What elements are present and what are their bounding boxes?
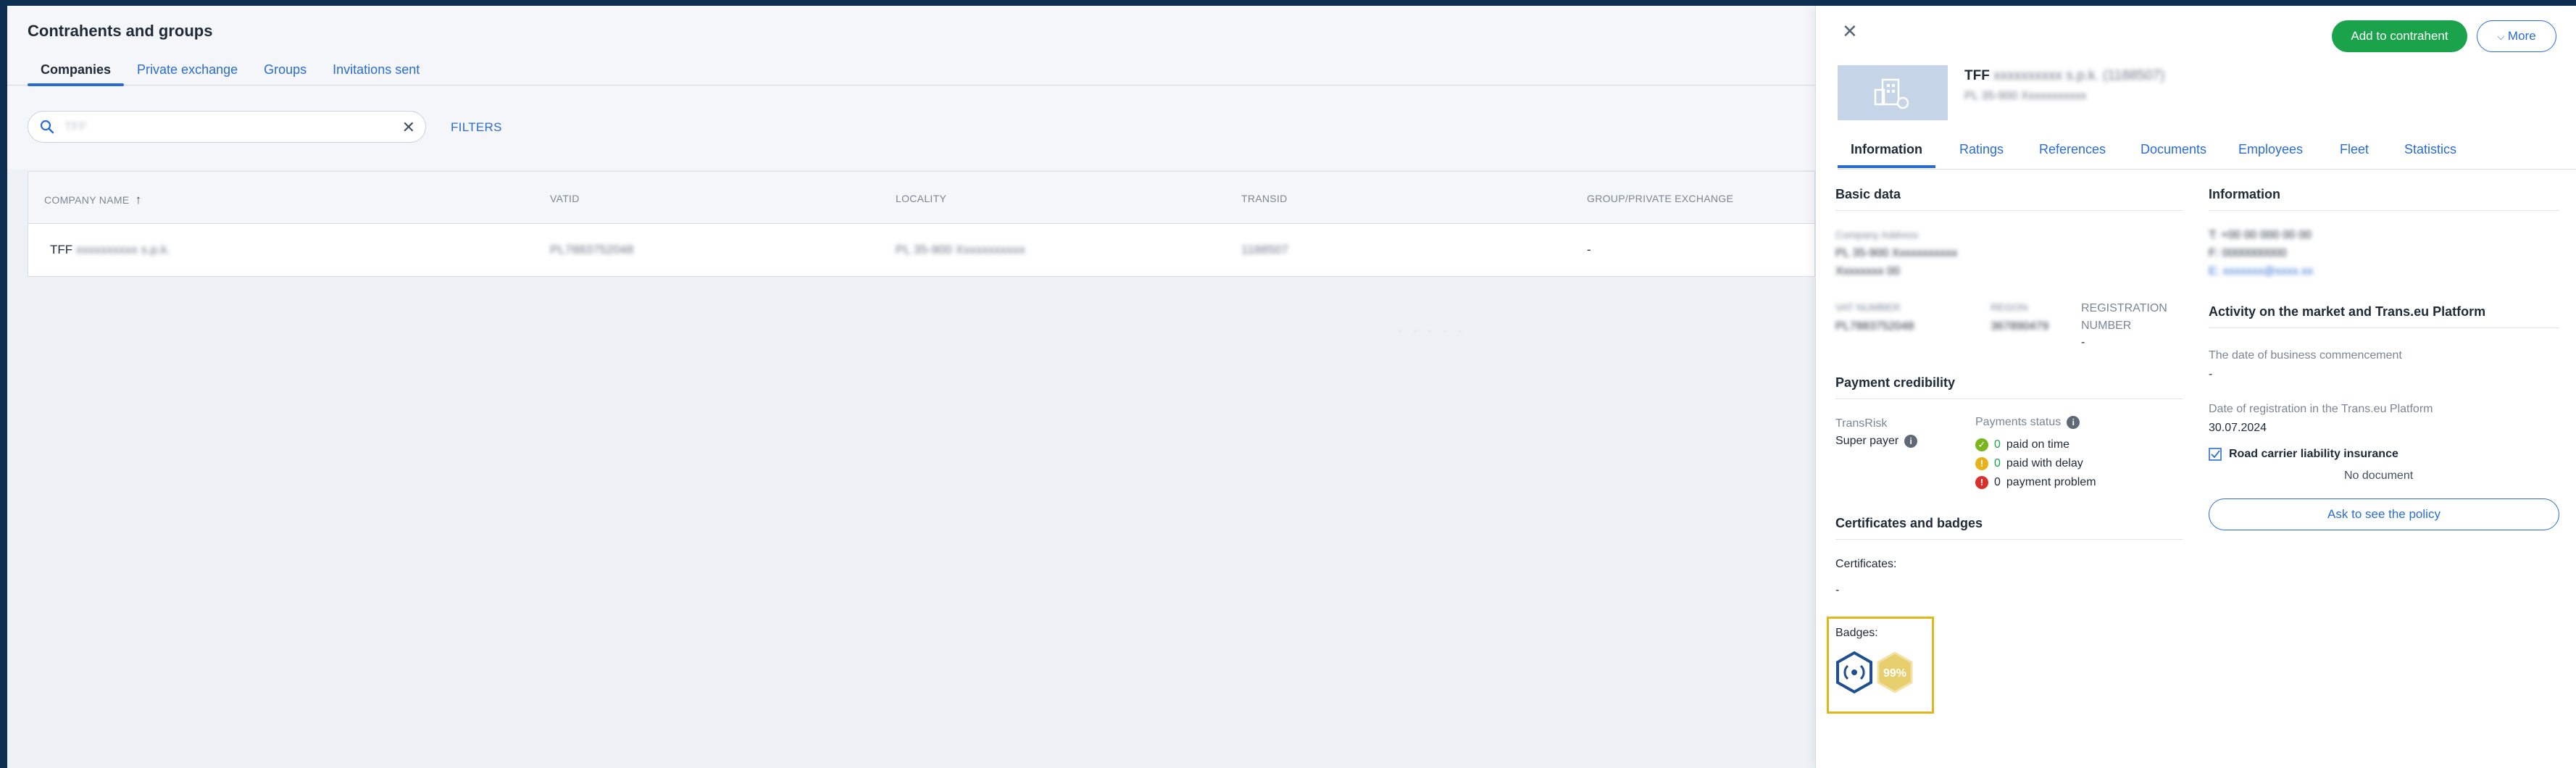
close-icon[interactable]: ✕	[402, 118, 415, 137]
warning-icon: !	[1975, 457, 1988, 470]
cell-company: TFF xxxxxxxxxx s.p.k.	[50, 243, 171, 256]
page-title: Contrahents and groups	[28, 22, 213, 40]
registration-number-label: REGISTRATION NUMBER	[2081, 302, 2167, 332]
info-icon[interactable]: i	[1904, 435, 1918, 448]
divider	[1835, 398, 2183, 399]
email-link[interactable]: E: xxxxxxx@xxxx.xx	[2209, 265, 2313, 278]
payment-rating-badge-icon[interactable]: 99%	[1875, 651, 1915, 694]
toolbar: TFF ✕ FILTERS	[7, 86, 1815, 170]
payment-row-delay: ! 0 paid with delay	[1975, 457, 2083, 470]
tab-groups[interactable]: Groups	[251, 57, 320, 86]
company-location: PL 35-900 Xxxxxxxxxxx	[1964, 90, 2087, 102]
basic-data-title: Basic data	[1835, 187, 1901, 201]
transrisk-label: TransRisk	[1835, 417, 1888, 430]
address-label: Company Address	[1835, 229, 1919, 241]
payments-status-label: Payments status i	[1975, 416, 2080, 429]
commencement-label: The date of business commencement	[2209, 349, 2402, 362]
col-transid[interactable]: TRANSID	[1241, 193, 1288, 204]
tab-documents[interactable]: Documents	[2141, 142, 2206, 166]
address-line-1: PL 35-900 Xxxxxxxxxxx	[1835, 247, 1958, 259]
tab-employees[interactable]: Employees	[2238, 142, 2303, 166]
main-area: Contrahents and groups Companies Private…	[7, 6, 1815, 768]
info-icon[interactable]: i	[2067, 416, 2080, 429]
tab-ratings[interactable]: Ratings	[1959, 142, 2004, 166]
insurance-row: Road carrier liability insurance	[2209, 448, 2398, 461]
search-icon	[40, 120, 54, 134]
tab-fleet[interactable]: Fleet	[2340, 142, 2369, 166]
cell-vatid: PL7883752048	[550, 243, 634, 256]
ask-policy-button[interactable]: Ask to see the policy	[2209, 498, 2559, 530]
companies-table: COMPANY NAME ↑ VATID LOCALITY TRANSID GR…	[28, 171, 1815, 277]
divider	[1835, 210, 2183, 211]
tab-companies[interactable]: Companies	[28, 57, 125, 86]
divider	[1835, 539, 2183, 540]
loading-indicator: · · · · ·	[1399, 325, 1466, 336]
table-header: COMPANY NAME ↑ VATID LOCALITY TRANSID GR…	[28, 172, 1814, 224]
payment-row-problem: ! 0 payment problem	[1975, 476, 2096, 489]
sort-up-icon: ↑	[135, 193, 142, 206]
regon-label: REGON	[1991, 301, 2028, 313]
vat-value: PL7883752048	[1835, 320, 1914, 333]
search-value: TFF	[64, 120, 88, 133]
company-name: TFF xxxxxxxxxx s.p.k. (1188507)	[1964, 68, 2165, 83]
close-icon[interactable]: ✕	[1842, 20, 1858, 43]
more-button[interactable]: ⌵ More	[2477, 20, 2556, 52]
vat-label: VAT NUMBER	[1835, 301, 1901, 313]
registration-date-value: 30.07.2024	[2209, 422, 2267, 434]
cell-group: -	[1587, 243, 1591, 256]
registration-date-label: Date of registration in the Trans.eu Pla…	[2209, 403, 2433, 415]
alert-icon: !	[1975, 476, 1988, 489]
filters-button[interactable]: FILTERS	[451, 120, 502, 135]
panel-tabs: Information Ratings References Documents…	[1838, 136, 2576, 170]
wireless-badge-icon[interactable]	[1834, 651, 1875, 694]
building-icon	[1874, 78, 1909, 109]
col-vatid[interactable]: VATID	[550, 193, 580, 204]
tab-statistics[interactable]: Statistics	[2404, 142, 2456, 166]
badges-label: Badges:	[1835, 627, 1878, 639]
divider	[2209, 327, 2559, 328]
tab-information[interactable]: Information	[1838, 142, 1935, 168]
tab-invitations-sent[interactable]: Invitations sent	[320, 57, 433, 86]
payment-credibility-title: Payment credibility	[1835, 375, 1956, 390]
col-locality[interactable]: LOCALITY	[896, 193, 946, 204]
certificates-label: Certificates:	[1835, 558, 1897, 570]
left-nav-strip	[0, 0, 7, 768]
tab-private-exchange[interactable]: Private exchange	[124, 57, 251, 86]
top-bar	[0, 0, 2576, 6]
main-tabs: Companies Private exchange Groups Invita…	[28, 57, 433, 86]
no-document-text: No document	[2344, 469, 2414, 482]
fax-value: F: 0000000000	[2209, 247, 2287, 259]
add-to-contrahent-button[interactable]: Add to contrahent	[2332, 20, 2467, 52]
tab-references[interactable]: References	[2039, 142, 2106, 166]
information-title: Information	[2209, 187, 2280, 201]
transrisk-value: Super payer i	[1835, 435, 1918, 448]
table-row[interactable]: TFF xxxxxxxxxx s.p.k. PL7883752048 PL 35…	[28, 224, 1814, 276]
cell-transid: 1188507	[1241, 243, 1288, 256]
divider	[2209, 210, 2559, 211]
page-header: Contrahents and groups Companies Private…	[7, 6, 1815, 86]
certificates-value: -	[1835, 584, 1840, 596]
badge-percent-text: 99%	[1883, 667, 1906, 680]
certificates-title: Certificates and badges	[1835, 516, 1983, 530]
registration-number-value: -	[2081, 336, 2085, 348]
col-company-name[interactable]: COMPANY NAME ↑	[44, 193, 141, 207]
col-group[interactable]: GROUP/PRIVATE EXCHANGE	[1587, 193, 1733, 204]
payment-row-on-time: ✓ 0 paid on time	[1975, 438, 2069, 451]
cell-locality: PL 35-900 Xxxxxxxxxxx	[896, 243, 1025, 256]
activity-title: Activity on the market and Trans.eu Plat…	[2209, 304, 2486, 319]
commencement-value: -	[2209, 368, 2213, 380]
checkbox-icon	[2209, 448, 2222, 461]
chevron-down-icon: ⌵	[2497, 31, 2505, 42]
search-input[interactable]: TFF ✕	[28, 111, 426, 143]
phone-value: T: +00 00 000 00 00	[2209, 229, 2312, 241]
company-logo-placeholder	[1838, 65, 1948, 120]
address-line-2: Xxxxxxxx 00	[1835, 265, 1900, 277]
check-icon: ✓	[1975, 438, 1988, 451]
regon-value: 367890479	[1991, 320, 2049, 333]
